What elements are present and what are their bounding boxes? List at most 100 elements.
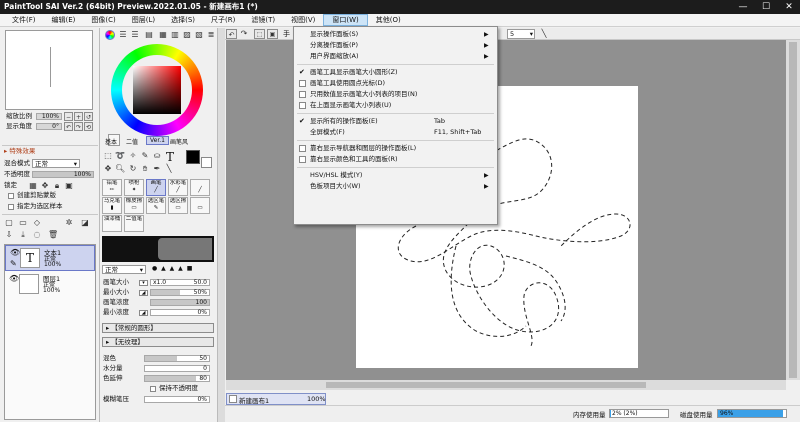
navigator-preview[interactable] [5, 30, 93, 110]
close-button[interactable]: ✕ [778, 0, 800, 14]
opacity-slider[interactable]: 100% [32, 171, 94, 178]
color-wheel[interactable] [111, 44, 203, 136]
water-slider[interactable]: 0 [144, 365, 210, 372]
color-extend-slider[interactable]: 80 [144, 375, 210, 382]
window-menu-item[interactable]: 只用数值显示画笔大小列表的项目(N) [294, 89, 497, 100]
color-wheel-icon[interactable] [105, 30, 115, 40]
tool-extra-2[interactable]: ▭ [190, 197, 210, 214]
tool-eraser[interactable]: 橡皮擦 ▭ [124, 197, 144, 214]
swatches-icon[interactable]: ▦ [158, 30, 168, 40]
maximize-button[interactable]: ☐ [755, 0, 777, 14]
undo-icon[interactable]: ↶ [226, 29, 237, 39]
new-layer-icon[interactable]: ▢ [4, 218, 14, 228]
document-tab[interactable]: 新建画布1 100% [226, 393, 326, 405]
brush-shape-icons[interactable]: ● ▲ ▲ ▲ ■ [152, 265, 193, 272]
rotate-right-icon[interactable]: ↷ [74, 122, 83, 131]
layer-effects-icon[interactable]: ✲ [64, 218, 74, 228]
window-menu-item[interactable]: 用户界面缩放(A) ▶ [294, 51, 497, 62]
window-menu-item[interactable]: 靠右显示导航器和图层的操作面板(L) [294, 143, 497, 154]
menu-window[interactable]: 窗口(W) [323, 14, 368, 26]
angle-slider[interactable]: 0° [36, 123, 62, 130]
window-menu-item[interactable]: 画笔工具使用圆点光标(D) [294, 78, 497, 89]
brush-size-multiplier-icon[interactable]: ▾ [139, 280, 148, 286]
menu-edit[interactable]: 编辑(E) [44, 14, 84, 26]
tab-brush-style[interactable]: 画笔风 [170, 137, 188, 146]
zoom-slider[interactable]: 100% [36, 113, 62, 120]
min-density-curve-icon[interactable]: ◢ [139, 310, 148, 316]
eye-icon[interactable]: 👁︎ [9, 274, 19, 283]
menu-layer[interactable]: 图层(L) [124, 14, 163, 26]
delete-layer-icon[interactable]: 🗑︎ [48, 230, 58, 240]
window-menu-item[interactable]: 在上面显示画笔大小列表(U) [294, 100, 497, 111]
menu-file[interactable]: 文件(F) [4, 14, 44, 26]
density-slider[interactable]: 100 [150, 299, 210, 306]
invert-selection-icon[interactable]: ▣ [267, 29, 278, 39]
brush-mode-select[interactable]: 正常 ▾ [102, 265, 146, 274]
layer-row[interactable]: 👁︎ 图层1 正常 100% [5, 272, 95, 298]
layer-row[interactable]: 👁︎ ✎ T 文本1 正常 100% [5, 245, 95, 271]
window-menu-item[interactable]: 分离操作面板(P) ▶ [294, 40, 497, 51]
menu-other[interactable]: 其他(O) [368, 14, 409, 26]
menu-image[interactable]: 图像(C) [83, 14, 123, 26]
zoom-tool-icon[interactable]: 🔍︎ [115, 164, 125, 174]
tool-binary-pen[interactable]: 二值笔 [124, 215, 144, 232]
tool-select-pen[interactable]: 选区笔 ✎ [146, 197, 166, 214]
tool-airbrush[interactable]: 喷枪 ✦ [124, 179, 144, 196]
window-menu-item[interactable]: ✔ 画笔工具显示画笔大小圆形(Z) [294, 67, 497, 78]
menu-ruler[interactable]: 尺子(R) [203, 14, 243, 26]
tool-bucket[interactable]: 油漆桶 [102, 215, 122, 232]
main-color-swatch[interactable] [186, 150, 200, 164]
lasso-icon[interactable]: ➰ [115, 151, 125, 161]
tool-extra-1[interactable]: ╱ [190, 179, 210, 196]
rotate-tool-icon[interactable]: ↻ [128, 164, 138, 174]
window-menu-item[interactable]: 色板项目大小(W) ▶ [294, 181, 497, 192]
select-pen-icon[interactable]: ✎ [140, 151, 150, 161]
tool-pencil[interactable]: 铅笔 ✏ [102, 179, 122, 196]
lock-pixels-icon[interactable]: ▦ [28, 181, 38, 191]
window-menu-item[interactable]: ✔ 显示所有的操作面板(E) Tab [294, 116, 497, 127]
min-density-slider[interactable]: 0% [150, 309, 210, 316]
canvas-hscrollbar[interactable] [226, 380, 786, 390]
min-size-curve-icon[interactable]: ◢ [139, 290, 148, 296]
window-menu-item[interactable]: 显示操作面板(S) ▶ [294, 29, 497, 40]
transfer-down-icon[interactable]: ⇩ [4, 230, 14, 240]
window-menu-item[interactable]: 靠右显示颜色和工具的面板(R) [294, 154, 497, 165]
lock-move-icon[interactable]: ✥ [40, 181, 50, 191]
new-folder-icon[interactable]: ▭ [18, 218, 28, 228]
brush-shape-select[interactable]: ▸ 【常规的圆形】 [102, 323, 214, 333]
rotate-reset-icon[interactable]: ⟲ [84, 122, 93, 131]
special-effects-header[interactable]: ▸ 特殊效果 [4, 147, 35, 156]
eye-icon[interactable]: 👁︎ [10, 248, 20, 257]
move-icon[interactable]: ✥ [103, 164, 113, 174]
eyedropper-icon[interactable]: ✒ [152, 164, 162, 174]
zoom-in-icon[interactable]: + [74, 112, 83, 121]
menu-filter[interactable]: 滤镜(T) [243, 14, 283, 26]
select-source-checkbox[interactable] [8, 204, 14, 210]
redo-icon[interactable]: ↷ [239, 29, 249, 39]
color-more-icon[interactable]: ▧ [194, 30, 204, 40]
hsv-slider-icon[interactable]: ☰ [130, 30, 140, 40]
lock-all-icon[interactable]: 🔒︎ [52, 181, 62, 191]
clip-mask-checkbox[interactable] [8, 193, 14, 199]
scratch-pad-icon[interactable]: ▥ [170, 30, 180, 40]
tab-ver1[interactable]: Ver.1 [146, 136, 169, 145]
rotate-left-icon[interactable]: ↶ [64, 122, 73, 131]
rgb-slider-icon[interactable]: ☰ [118, 30, 128, 40]
new-vector-icon[interactable]: ◇ [32, 218, 42, 228]
tool-select-eraser[interactable]: 选区擦 ▭ [168, 197, 188, 214]
tab-basic[interactable]: 基本 [105, 137, 117, 146]
straight-line-icon[interactable]: ╲ [164, 164, 174, 174]
rect-select-icon[interactable]: ⬚ [103, 151, 113, 161]
menu-select[interactable]: 选择(S) [163, 14, 203, 26]
color-list-icon[interactable]: ≣ [206, 30, 216, 40]
deselect-icon[interactable]: ⬚ [254, 29, 265, 39]
window-menu-item[interactable]: 全屏模式(F) F11, Shift+Tab [294, 127, 497, 138]
stabilizer-select[interactable]: 5 ▾ [507, 29, 535, 39]
tool-watercolor[interactable]: 水彩笔 ╱ [168, 179, 188, 196]
lock-alpha-icon[interactable]: ▣ [64, 181, 74, 191]
line-tool-icon[interactable]: ╲ [539, 29, 549, 39]
text-tool-icon[interactable]: T [166, 150, 174, 164]
tool-brush[interactable]: 画笔 ╱ [146, 179, 166, 196]
keep-opacity-checkbox[interactable] [150, 386, 156, 392]
merge-down-icon[interactable]: ⤓ [18, 230, 28, 240]
